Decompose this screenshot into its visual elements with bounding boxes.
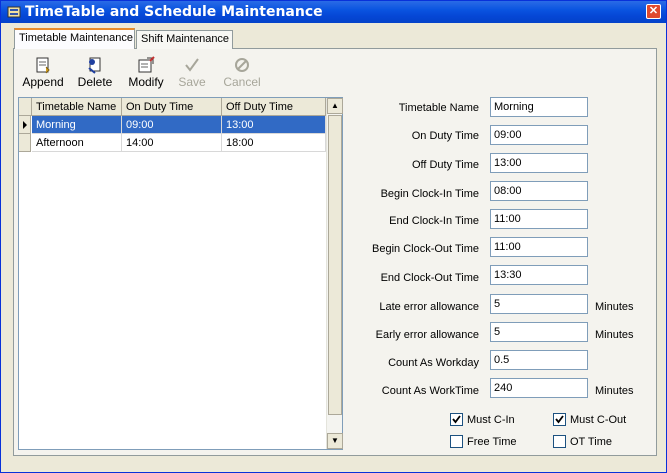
append-icon [36, 57, 50, 74]
label-timetable-name: Timetable Name [398, 102, 479, 114]
checkmark-icon [452, 415, 461, 424]
end-clock-out-input[interactable] [490, 265, 588, 285]
begin-clock-out-input[interactable] [490, 237, 588, 257]
count-worktime-unit: Minutes [595, 385, 634, 397]
grid-header: Timetable Name On Duty Time Off Duty Tim… [19, 98, 326, 116]
on-duty-time-input[interactable] [490, 125, 588, 145]
column-header-on-duty[interactable]: On Duty Time [122, 98, 222, 116]
modify-button[interactable]: Modify [122, 54, 170, 92]
close-button[interactable]: ✕ [646, 4, 661, 19]
free-time-label[interactable]: Free Time [467, 436, 517, 448]
label-count-workday: Count As Workday [388, 357, 479, 369]
row-indicator [19, 134, 31, 152]
row-indicator [19, 116, 31, 134]
label-begin-clock-in: Begin Clock-In Time [380, 188, 479, 200]
append-label: Append [22, 75, 64, 89]
app-icon [7, 6, 21, 18]
modify-icon [138, 56, 155, 73]
label-end-clock-out: End Clock-Out Time [380, 272, 479, 284]
early-allowance-unit: Minutes [595, 329, 634, 341]
early-allowance-input[interactable] [490, 322, 588, 342]
save-label: Save [178, 75, 206, 89]
end-clock-in-input[interactable] [490, 209, 588, 229]
must-c-in-label[interactable]: Must C-In [467, 414, 515, 426]
modify-label: Modify [128, 75, 164, 89]
table-row[interactable]: Morning 09:00 13:00 [19, 116, 326, 134]
delete-label: Delete [77, 75, 113, 89]
toolbar: Append Delete Modify Save Cancel [15, 52, 655, 94]
checkmark-icon [555, 415, 564, 424]
must-c-in-checkbox[interactable] [450, 413, 463, 426]
table-row[interactable]: Afternoon 14:00 18:00 [19, 134, 326, 152]
label-early-allowance: Early error allowance [375, 329, 479, 341]
must-c-out-label[interactable]: Must C-Out [570, 414, 626, 426]
title-bar[interactable]: TimeTable and Schedule Maintenance ✕ [1, 1, 666, 23]
timetable-name-input[interactable] [490, 97, 588, 117]
tab-shift-maintenance[interactable]: Shift Maintenance [136, 30, 233, 49]
count-worktime-input[interactable] [490, 378, 588, 398]
window-title: TimeTable and Schedule Maintenance [25, 4, 323, 20]
cell-on-duty[interactable]: 09:00 [122, 116, 222, 134]
save-button[interactable]: Save [168, 54, 216, 92]
cancel-icon [235, 58, 249, 72]
begin-clock-in-input[interactable] [490, 181, 588, 201]
delete-button[interactable]: Delete [71, 54, 119, 92]
append-button[interactable]: Append [19, 54, 67, 92]
ot-time-checkbox[interactable] [553, 435, 566, 448]
main-window: TimeTable and Schedule Maintenance ✕ Tim… [0, 0, 667, 473]
column-header-timetable-name[interactable]: Timetable Name [32, 98, 122, 116]
cell-on-duty[interactable]: 14:00 [122, 134, 222, 152]
label-late-allowance: Late error allowance [379, 301, 479, 313]
tab-timetable-maintenance[interactable]: Timetable Maintenance [14, 28, 135, 49]
label-off-duty-time: Off Duty Time [411, 159, 479, 171]
delete-icon [88, 57, 101, 74]
ot-time-label[interactable]: OT Time [570, 436, 612, 448]
cancel-label: Cancel [223, 75, 261, 89]
count-workday-input[interactable] [490, 350, 588, 370]
label-on-duty-time: On Duty Time [411, 130, 479, 142]
header-indicator [19, 98, 32, 116]
late-allowance-input[interactable] [490, 294, 588, 314]
cell-timetable-name[interactable]: Afternoon [32, 134, 122, 152]
label-begin-clock-out: Begin Clock-Out Time [372, 243, 479, 255]
late-allowance-unit: Minutes [595, 301, 634, 313]
must-c-out-checkbox[interactable] [553, 413, 566, 426]
label-end-clock-in: End Clock-In Time [389, 215, 479, 227]
current-row-arrow-icon [23, 121, 27, 129]
cancel-button[interactable]: Cancel [218, 54, 266, 92]
check-icon [185, 58, 199, 72]
off-duty-time-input[interactable] [490, 153, 588, 173]
cell-timetable-name[interactable]: Morning [32, 116, 122, 134]
label-count-worktime: Count As WorkTime [381, 385, 479, 397]
scroll-down-button[interactable]: ▼ [327, 433, 343, 449]
free-time-checkbox[interactable] [450, 435, 463, 448]
